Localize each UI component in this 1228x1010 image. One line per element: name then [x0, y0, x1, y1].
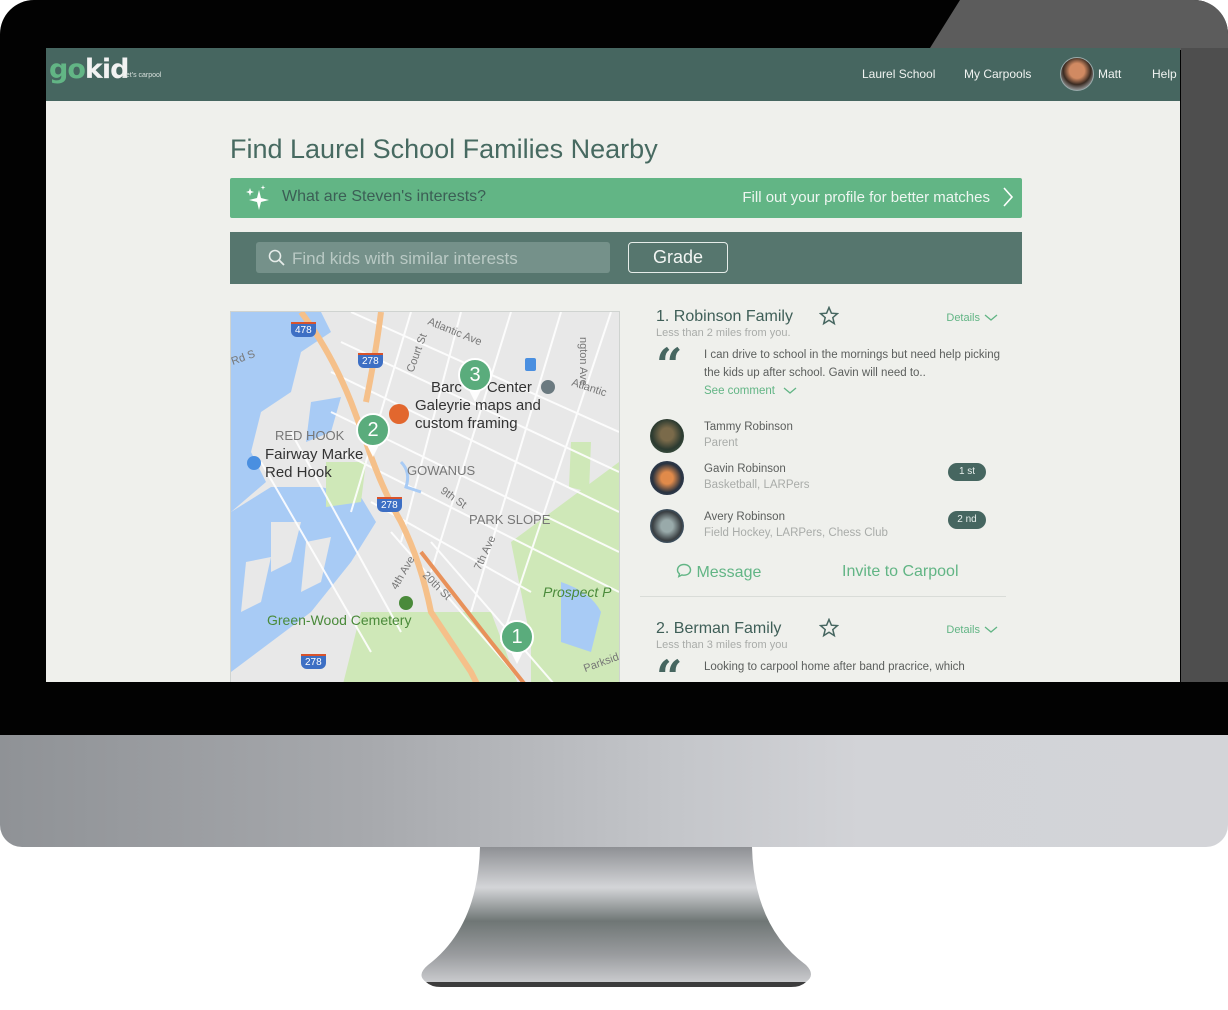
chevron-right-icon: [1003, 187, 1014, 207]
map-label-park: Green-Wood Cemetery: [267, 612, 412, 628]
map-label-park: Prospect P: [543, 584, 612, 600]
member-avatar: [650, 461, 684, 495]
gokid-logo[interactable]: gokid: [49, 54, 130, 85]
map-pin-2[interactable]: 2: [355, 413, 391, 461]
monitor-stand: [421, 847, 811, 987]
logo-go: go: [49, 54, 86, 85]
filter-bar: Grade: [230, 232, 1022, 284]
family-card-robinson: 1. Robinson Family Details Less than 2 m…: [640, 306, 1006, 598]
member-name: Avery Robinson: [704, 511, 785, 523]
see-comment-link[interactable]: See comment: [704, 385, 797, 397]
details-label: Details: [946, 312, 980, 324]
logo-kid: kid: [84, 54, 130, 85]
member-row[interactable]: Gavin Robinson Basketball, LARPers 1 st: [650, 461, 1006, 497]
member-row[interactable]: Avery Robinson Field Hockey, LARPers, Ch…: [650, 509, 1006, 545]
invite-to-carpool-button[interactable]: Invite to Carpool: [842, 563, 959, 581]
quote-icon: “: [656, 338, 683, 392]
nav-my-carpools[interactable]: My Carpools: [964, 67, 1031, 81]
pin-number: 2: [356, 413, 390, 447]
interests-banner[interactable]: What are Steven's interests? Fill out yo…: [230, 178, 1022, 218]
families-map[interactable]: 478 278 278 278 Atlantic Ave Atlantic Co…: [230, 311, 620, 682]
family-comment: I can drive to school in the mornings bu…: [704, 349, 1000, 379]
star-favorite-icon[interactable]: [819, 306, 839, 326]
interstate-shield: 278: [377, 495, 402, 513]
member-interests: Basketball, LARPers: [704, 479, 810, 491]
family-title: 2. Berman Family: [656, 620, 782, 637]
map-pin-1[interactable]: 1: [499, 620, 535, 668]
bezel-glare: [928, 0, 1228, 50]
interest-search-input[interactable]: [290, 242, 604, 275]
search-icon: [268, 249, 285, 266]
member-interests: Field Hockey, LARPers, Chess Club: [704, 527, 888, 539]
sparkle-icon: [246, 185, 269, 210]
map-label-neighborhood: RED HOOK: [275, 428, 345, 443]
map-pin-3[interactable]: 3: [457, 358, 493, 406]
member-role: Parent: [704, 437, 738, 449]
divider: [640, 596, 1006, 597]
interstate-shield: 478: [291, 320, 316, 338]
chat-bubble-icon: [676, 563, 692, 578]
bezel-edge: [1181, 48, 1228, 682]
user-avatar[interactable]: [1060, 57, 1094, 91]
member-avatar: [650, 419, 684, 453]
shopping-icon: [389, 404, 409, 424]
interests-question: What are Steven's interests?: [282, 188, 487, 205]
map-label-neighborhood: PARK SLOPE: [469, 512, 551, 527]
message-label: Message: [696, 564, 762, 581]
interstate-shield: 278: [358, 351, 383, 369]
cemetery-icon: [399, 596, 413, 610]
profile-cta[interactable]: Fill out your profile for better matches: [742, 189, 990, 206]
top-navigation-bar: gokid Let's carpool Laurel School My Car…: [46, 48, 1180, 101]
family-comment: Looking to carpool home after band pracr…: [704, 661, 965, 673]
page-title: Find Laurel School Families Nearby: [230, 134, 658, 164]
pin-number: 1: [500, 620, 534, 654]
see-comment-label: See comment: [704, 385, 775, 397]
nav-user-name[interactable]: Matt: [1098, 67, 1121, 81]
map-label-place: Fairway Marke: [265, 446, 364, 463]
family-card-berman: 2. Berman Family Details Less than 3 mil…: [640, 618, 1006, 682]
grade-badge: 1 st: [948, 463, 986, 481]
member-name: Gavin Robinson: [704, 463, 786, 475]
pin-number: 3: [458, 358, 492, 392]
nav-laurel-school[interactable]: Laurel School: [862, 67, 935, 81]
details-toggle[interactable]: Details: [946, 312, 998, 324]
details-label: Details: [946, 624, 980, 636]
map-label-neighborhood: GOWANUS: [407, 463, 476, 478]
star-favorite-icon[interactable]: [819, 618, 839, 638]
app-screen: gokid Let's carpool Laurel School My Car…: [46, 48, 1180, 682]
chevron-down-icon: [984, 626, 998, 633]
interstate-shield: 278: [301, 652, 326, 670]
message-button[interactable]: Message: [676, 563, 761, 582]
grocery-icon: [247, 456, 261, 470]
transit-icon: [525, 358, 536, 371]
nav-help[interactable]: Help: [1152, 67, 1177, 81]
member-avatar: [650, 509, 684, 543]
grade-filter-button[interactable]: Grade: [628, 242, 728, 273]
chevron-down-icon: [783, 387, 797, 394]
details-toggle[interactable]: Details: [946, 624, 998, 636]
interest-search-box[interactable]: [256, 242, 610, 275]
monitor-chin: [0, 735, 1228, 847]
member-name: Tammy Robinson: [704, 421, 793, 433]
quote-icon: “: [656, 650, 683, 682]
chevron-down-icon: [984, 314, 998, 321]
map-label-place: Red Hook: [265, 464, 332, 481]
map-label-place: custom framing: [415, 415, 518, 432]
map-label-street: ngton Ave: [577, 337, 589, 386]
member-row[interactable]: Tammy Robinson Parent: [650, 419, 1006, 455]
stadium-icon: [541, 380, 555, 394]
grade-badge: 2 nd: [948, 511, 986, 529]
family-title: 1. Robinson Family: [656, 308, 793, 325]
tagline: Let's carpool: [122, 72, 162, 79]
